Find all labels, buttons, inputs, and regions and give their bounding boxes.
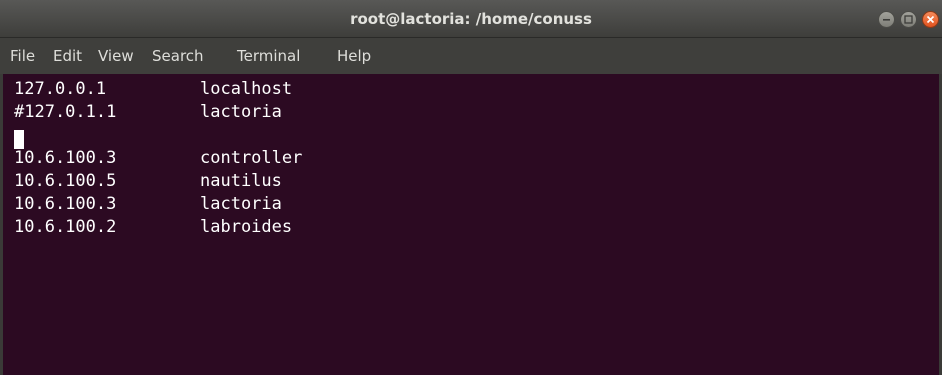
- window-title: root@lactoria: /home/conuss: [350, 10, 592, 28]
- hostname: controller: [200, 148, 303, 168]
- ip-address: 10.6.100.2: [14, 217, 117, 237]
- menu-help[interactable]: Help: [337, 38, 371, 74]
- hosts-line: 10.6.100.5 nautilus: [14, 170, 282, 193]
- hostname: localhost: [200, 79, 293, 99]
- hostname: labroides: [200, 217, 293, 237]
- hosts-line: 10.6.100.3 lactoria: [14, 193, 282, 216]
- hosts-line: 127.0.0.1 localhost: [14, 78, 292, 101]
- hostname: lactoria: [200, 194, 282, 214]
- maximize-icon: [904, 15, 913, 24]
- close-icon: [926, 15, 935, 24]
- maximize-button[interactable]: [900, 11, 917, 28]
- ip-address: 10.6.100.3: [14, 148, 117, 168]
- menu-file[interactable]: File: [10, 38, 35, 74]
- menu-edit[interactable]: Edit: [53, 38, 82, 74]
- ip-address: 127.0.0.1: [14, 79, 107, 99]
- hostname: lactoria: [200, 102, 282, 122]
- menu-view[interactable]: View: [98, 38, 134, 74]
- terminal-area[interactable]: 127.0.0.1 localhost #127.0.1.1 lactoria …: [0, 74, 942, 375]
- close-button[interactable]: [922, 11, 939, 28]
- hosts-line: 10.6.100.2 labroides: [14, 216, 292, 239]
- ip-address: 10.6.100.3: [14, 194, 117, 214]
- ip-address: 10.6.100.5: [14, 171, 117, 191]
- ip-address: #127.0.1.1: [14, 102, 117, 122]
- menu-bar: File Edit View Search Terminal Help: [0, 38, 942, 74]
- hosts-line: #127.0.1.1 lactoria: [14, 101, 282, 124]
- hostname: nautilus: [200, 171, 282, 191]
- minimize-button[interactable]: [878, 11, 895, 28]
- terminal-window: root@lactoria: /home/conuss File Edit Vi…: [0, 0, 942, 375]
- minimize-icon: [883, 19, 890, 21]
- menu-terminal[interactable]: Terminal: [237, 38, 300, 74]
- hosts-line: 10.6.100.3 controller: [14, 147, 302, 170]
- menu-search[interactable]: Search: [152, 38, 204, 74]
- title-bar[interactable]: root@lactoria: /home/conuss: [0, 0, 942, 38]
